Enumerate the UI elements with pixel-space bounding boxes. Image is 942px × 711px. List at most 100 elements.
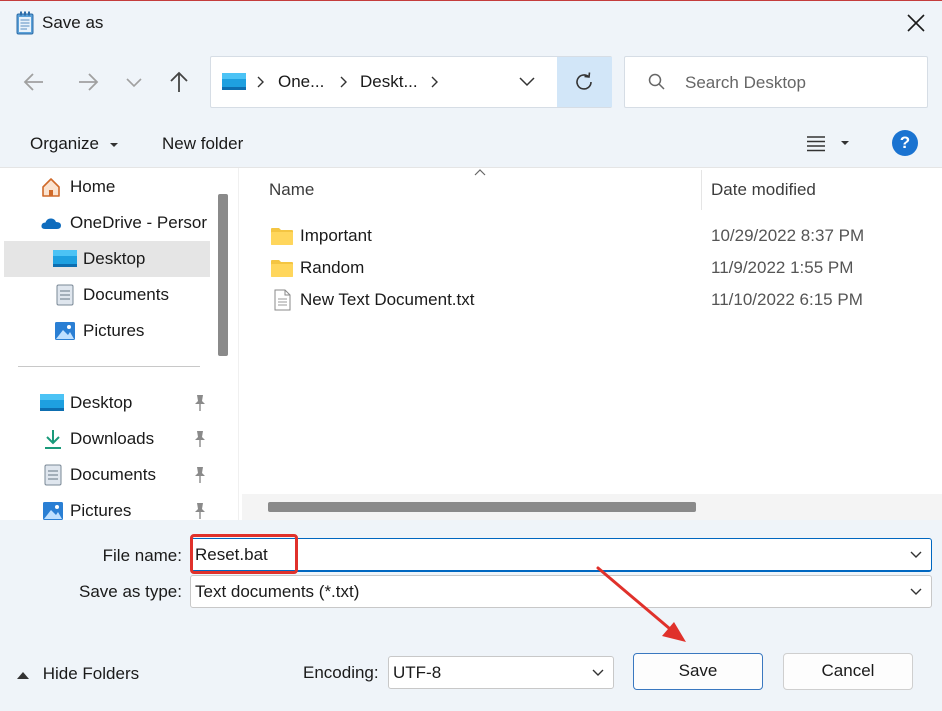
table-row[interactable]: Important 10/29/2022 8:37 PM bbox=[239, 220, 939, 252]
title-bar: Save as bbox=[0, 0, 942, 44]
notepad-icon bbox=[16, 11, 34, 35]
save-form: File name: Reset.bat Save as type: Text … bbox=[0, 520, 942, 620]
help-label: ? bbox=[899, 133, 911, 152]
back-arrow-icon[interactable] bbox=[18, 66, 50, 98]
sidebar-item-onedrive[interactable]: OneDrive - Persor bbox=[4, 205, 210, 241]
pin-icon[interactable] bbox=[192, 466, 208, 484]
navigation-scrollbar[interactable] bbox=[218, 194, 228, 356]
pin-icon[interactable] bbox=[192, 430, 208, 448]
new-folder-button[interactable]: New folder bbox=[162, 134, 243, 154]
file-name-field[interactable]: Reset.bat bbox=[190, 538, 932, 572]
folder-icon bbox=[271, 260, 293, 277]
close-icon[interactable] bbox=[902, 9, 930, 37]
help-icon[interactable]: ? bbox=[892, 130, 918, 156]
column-header-name[interactable]: Name bbox=[269, 180, 314, 200]
breadcrumb-chevron-icon bbox=[257, 76, 264, 88]
column-header-date[interactable]: Date modified bbox=[711, 180, 816, 200]
up-arrow-icon[interactable] bbox=[163, 66, 195, 98]
sidebar-item-label: Pictures bbox=[83, 321, 145, 340]
desktop-icon bbox=[40, 394, 64, 411]
sidebar-item-quick-documents[interactable]: Documents bbox=[4, 457, 210, 493]
pin-icon[interactable] bbox=[192, 394, 208, 412]
organize-menu[interactable]: Organize bbox=[30, 134, 119, 154]
desktop-icon bbox=[53, 250, 77, 267]
desktop-icon bbox=[222, 73, 246, 90]
address-dropdown-chevron-icon[interactable] bbox=[517, 74, 537, 90]
folder-icon bbox=[271, 228, 293, 245]
refresh-button[interactable] bbox=[557, 57, 612, 107]
cancel-button[interactable]: Cancel bbox=[783, 653, 913, 690]
sidebar-item-desktop[interactable]: Desktop bbox=[4, 241, 210, 277]
breadcrumb-segment-desktop[interactable]: Deskt... bbox=[360, 72, 418, 92]
encoding-value: UTF-8 bbox=[393, 663, 442, 682]
view-list-icon[interactable] bbox=[806, 134, 826, 152]
horizontal-scrollbar-thumb[interactable] bbox=[268, 502, 696, 512]
sidebar-item-label: Desktop bbox=[83, 249, 146, 268]
file-name: New Text Document.txt bbox=[300, 290, 475, 309]
navigation-bar: One... Deskt... Search Desktop bbox=[0, 44, 942, 120]
file-name: Important bbox=[300, 226, 372, 245]
sidebar-item-pictures[interactable]: Pictures bbox=[4, 313, 210, 349]
sidebar-item-quick-pictures[interactable]: Pictures bbox=[4, 493, 210, 520]
home-icon bbox=[42, 178, 60, 197]
file-name-label: File name: bbox=[102, 546, 182, 565]
chevron-up-icon bbox=[17, 671, 29, 679]
pin-icon[interactable] bbox=[192, 502, 208, 520]
organize-dropdown-icon bbox=[109, 142, 118, 147]
save-type-label: Save as type: bbox=[78, 582, 182, 601]
sidebar-item-label: Desktop bbox=[70, 393, 133, 412]
save-button[interactable]: Save bbox=[633, 653, 763, 690]
navigation-divider bbox=[18, 366, 200, 367]
file-name-dropdown-chevron-icon[interactable] bbox=[909, 550, 923, 560]
sidebar-item-label: Home bbox=[70, 177, 116, 196]
download-icon bbox=[45, 430, 61, 449]
command-bar: Organize New folder ? bbox=[0, 120, 942, 168]
search-input[interactable]: Search Desktop bbox=[685, 73, 806, 93]
column-divider[interactable] bbox=[701, 170, 702, 210]
pictures-icon bbox=[55, 322, 75, 340]
file-list: Name Date modified Important 10/29/2022 … bbox=[238, 168, 942, 520]
documents-icon bbox=[44, 464, 62, 486]
sidebar-item-quick-desktop[interactable]: Desktop bbox=[4, 385, 210, 421]
table-row[interactable]: Random 11/9/2022 1:55 PM bbox=[239, 252, 939, 284]
file-date: 10/29/2022 8:37 PM bbox=[711, 226, 865, 245]
sidebar-item-documents[interactable]: Documents bbox=[4, 277, 210, 313]
search-icon bbox=[648, 73, 665, 90]
search-box[interactable]: Search Desktop bbox=[624, 56, 928, 108]
recent-locations-chevron-icon[interactable] bbox=[118, 66, 150, 98]
sort-ascending-icon bbox=[474, 169, 486, 176]
organize-label: Organize bbox=[30, 134, 99, 153]
sidebar-item-label: Documents bbox=[83, 285, 169, 304]
save-type-dropdown-chevron-icon bbox=[910, 588, 922, 595]
encoding-label: Encoding: bbox=[303, 663, 379, 682]
view-dropdown-icon[interactable] bbox=[840, 139, 850, 147]
refresh-icon bbox=[576, 72, 592, 90]
sidebar-item-label: Downloads bbox=[70, 429, 155, 448]
hide-folders-button[interactable]: Hide Folders bbox=[16, 664, 139, 684]
hide-folders-label: Hide Folders bbox=[42, 664, 140, 683]
sidebar-item-quick-downloads[interactable]: Downloads bbox=[4, 421, 210, 457]
encoding-dropdown-chevron-icon bbox=[592, 669, 604, 676]
breadcrumb-chevron-icon bbox=[340, 76, 347, 88]
highlight-box bbox=[190, 534, 298, 574]
forward-arrow-icon[interactable] bbox=[72, 66, 104, 98]
pictures-icon bbox=[43, 502, 63, 520]
documents-icon bbox=[56, 284, 74, 306]
save-type-value: Text documents (*.txt) bbox=[195, 582, 360, 601]
annotation-arrow-icon bbox=[596, 566, 686, 642]
table-row[interactable]: New Text Document.txt 11/10/2022 6:15 PM bbox=[239, 284, 939, 316]
sidebar-item-home[interactable]: Home bbox=[4, 169, 210, 205]
sidebar-item-label: Documents bbox=[70, 465, 156, 484]
window-title: Save as bbox=[42, 13, 104, 32]
save-type-select[interactable]: Text documents (*.txt) bbox=[190, 575, 932, 608]
address-bar[interactable]: One... Deskt... bbox=[210, 56, 612, 108]
encoding-select[interactable]: UTF-8 bbox=[388, 656, 614, 689]
breadcrumb-segment-onedrive[interactable]: One... bbox=[278, 72, 324, 92]
onedrive-icon bbox=[41, 218, 61, 229]
dialog-footer: Hide Folders Encoding: UTF-8 Save Cancel bbox=[0, 620, 942, 711]
sidebar-item-label: OneDrive - Persor bbox=[70, 213, 207, 232]
file-name: Random bbox=[300, 258, 365, 277]
breadcrumb-chevron-icon bbox=[431, 76, 438, 88]
file-date: 11/9/2022 1:55 PM bbox=[711, 258, 854, 277]
navigation-pane: Home OneDrive - Persor Desktop Documents… bbox=[0, 168, 236, 520]
